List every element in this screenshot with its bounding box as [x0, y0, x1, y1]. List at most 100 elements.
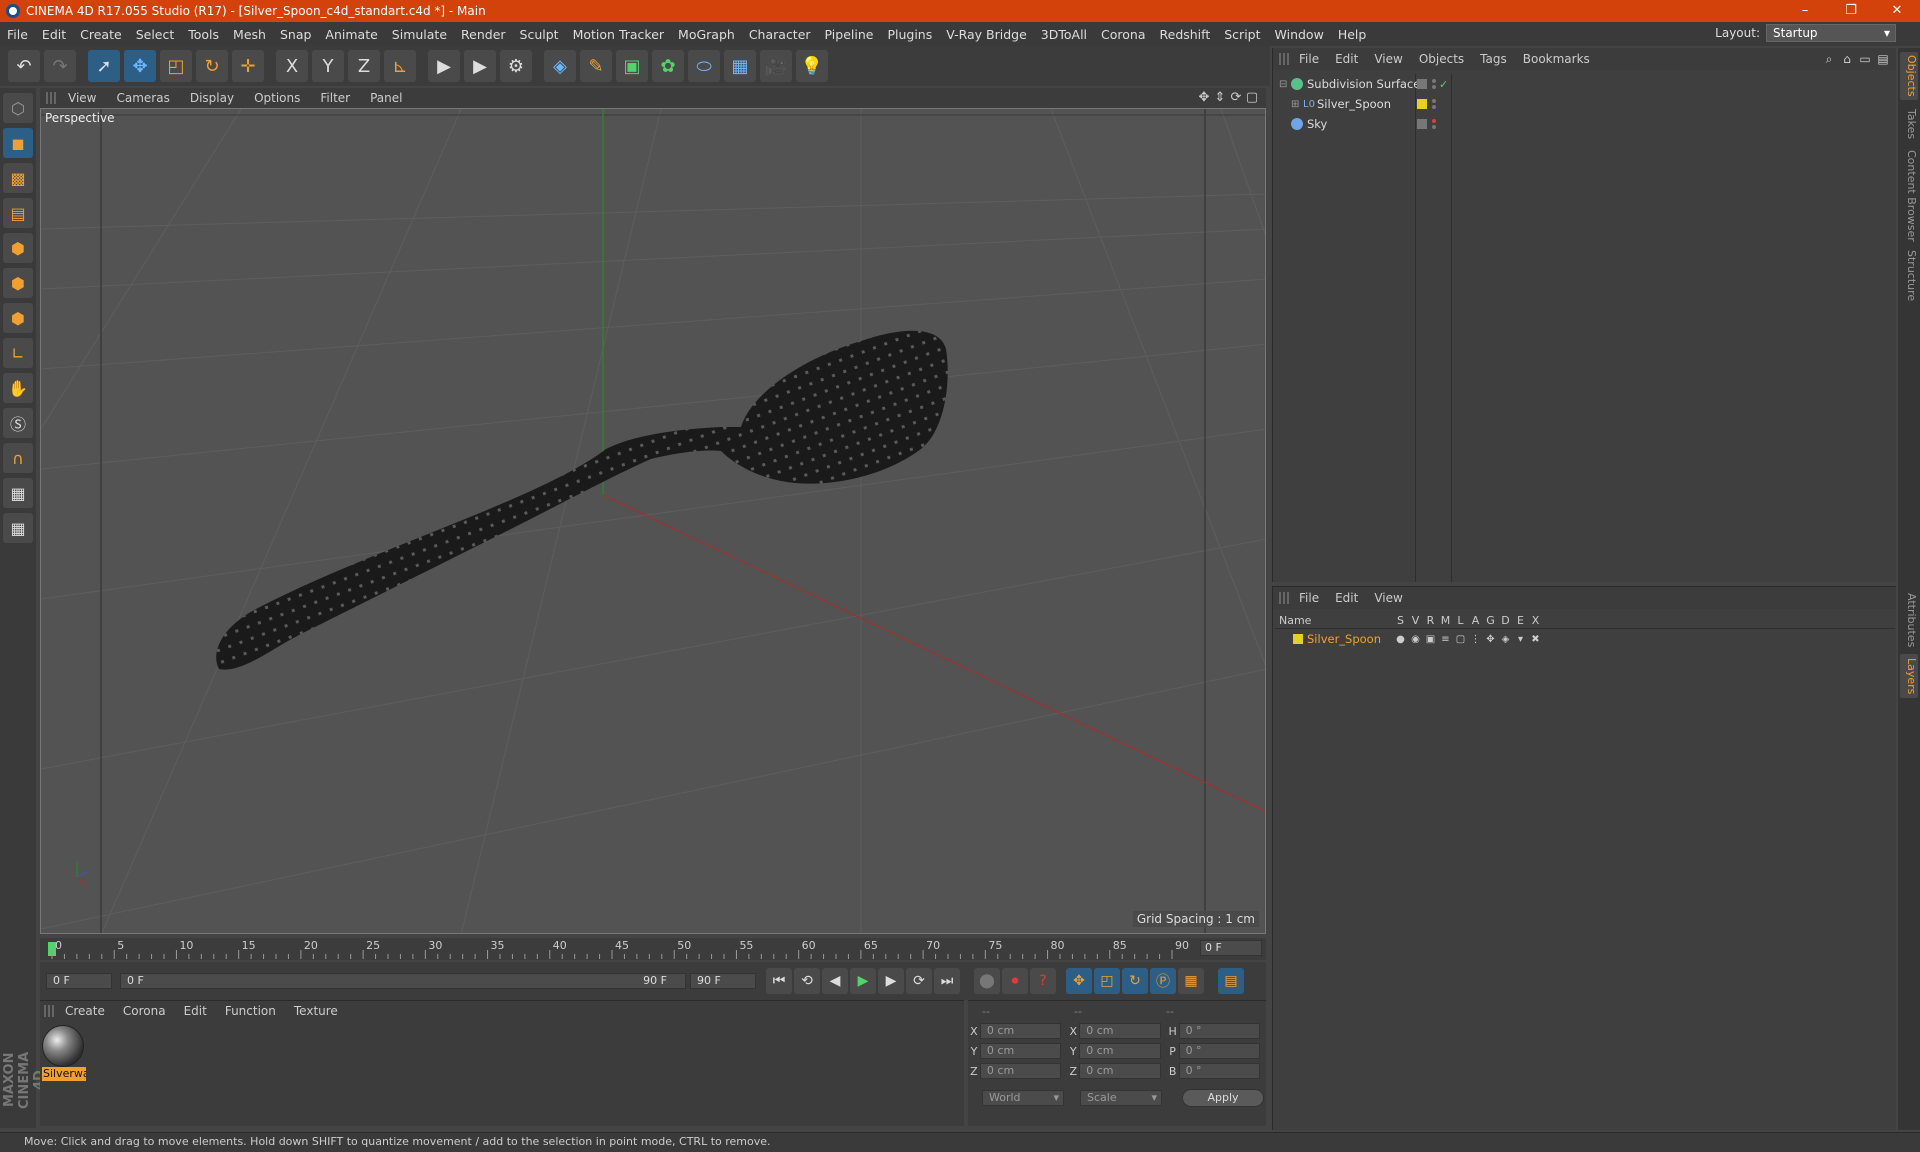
animation-toggle-icon[interactable]: ⋮	[1468, 634, 1483, 645]
objects-menu-edit[interactable]: Edit	[1327, 52, 1366, 66]
zoom-icon[interactable]: ⇕	[1212, 90, 1228, 105]
lock-workplane-icon[interactable]: ▦	[3, 478, 33, 508]
menu-simulate[interactable]: Simulate	[385, 27, 454, 42]
render-picture-viewer-icon[interactable]: ▶	[464, 50, 496, 82]
key-position-icon[interactable]: ✥	[1066, 968, 1092, 994]
rotation-h-field[interactable]: 0 °	[1178, 1023, 1260, 1039]
coordinate-mode-dropdown[interactable]: World	[982, 1090, 1064, 1106]
object-row-silver-spoon[interactable]: ⊞ L0 Silver_Spoon	[1273, 94, 1897, 114]
maximize-view-icon[interactable]: ▢	[1244, 90, 1260, 105]
undo-icon[interactable]: ↶	[8, 50, 40, 82]
polygons-mode-icon[interactable]: ⬢	[3, 303, 33, 333]
menu-motion-tracker[interactable]: Motion Tracker	[566, 27, 671, 42]
enabled-check-icon[interactable]: ✓	[1439, 78, 1448, 91]
texture-mode-icon[interactable]: ▩	[3, 163, 33, 193]
material-menu-texture[interactable]: Texture	[285, 1004, 347, 1018]
redo-icon[interactable]: ↷	[44, 50, 76, 82]
go-to-start-icon[interactable]: ⏮	[766, 968, 792, 994]
menu-select[interactable]: Select	[129, 27, 182, 42]
menu-corona[interactable]: Corona	[1094, 27, 1152, 42]
camera-icon[interactable]: 🎥	[760, 50, 792, 82]
deformers-toggle-icon[interactable]: ◈	[1498, 634, 1513, 645]
rotation-p-field[interactable]: 0 °	[1178, 1043, 1260, 1059]
scale-icon[interactable]: ◰	[160, 50, 192, 82]
panel-grip[interactable]	[1279, 53, 1291, 65]
rotation-b-field[interactable]: 0 °	[1178, 1063, 1260, 1079]
xref-toggle-icon[interactable]: ✖	[1528, 634, 1543, 645]
menu-tools[interactable]: Tools	[181, 27, 226, 42]
objects-menu-view[interactable]: View	[1366, 52, 1410, 66]
size-mode-dropdown[interactable]: Scale	[1080, 1090, 1162, 1106]
layers-menu-view[interactable]: View	[1366, 591, 1410, 605]
go-to-end-icon[interactable]: ⏭	[934, 968, 960, 994]
menu-script[interactable]: Script	[1217, 27, 1267, 42]
timeline[interactable]: 0 5 10 15 20 25 30 35 40 45 50 55 60 65 70 75 80 85 90 0 F	[40, 938, 1266, 960]
model-mode-icon[interactable]: ◼	[3, 128, 33, 158]
home-icon[interactable]: ⌂	[1838, 52, 1856, 67]
axis-mode-icon[interactable]: ∟	[3, 338, 33, 368]
magnet-icon[interactable]: ∩	[3, 443, 33, 473]
close-button[interactable]: ✕	[1874, 0, 1920, 22]
maximize-button[interactable]: ❐	[1828, 0, 1874, 22]
frame-range-slider[interactable]: 0 F 90 F	[120, 973, 686, 989]
solo-toggle-icon[interactable]: ●	[1393, 634, 1408, 645]
current-frame-field[interactable]: 0 F	[1200, 940, 1262, 956]
lock-toggle-icon[interactable]: ▢	[1453, 634, 1468, 645]
new-view-icon[interactable]: ▭	[1856, 52, 1874, 67]
menu-vray-bridge[interactable]: V-Ray Bridge	[939, 27, 1034, 42]
cube-icon[interactable]: ◈	[544, 50, 576, 82]
manager-toggle-icon[interactable]: ≡	[1438, 634, 1453, 645]
objects-menu-file[interactable]: File	[1291, 52, 1327, 66]
make-editable-icon[interactable]: ⬡	[3, 93, 33, 123]
tab-layers[interactable]: Layers	[1900, 654, 1918, 698]
layout-dropdown[interactable]: Startup	[1766, 24, 1896, 42]
next-frame-icon[interactable]: ▶	[878, 968, 904, 994]
move-icon[interactable]: ✥	[124, 50, 156, 82]
pen-icon[interactable]: ✎	[580, 50, 612, 82]
menu-window[interactable]: Window	[1268, 27, 1331, 42]
minimize-button[interactable]: –	[1782, 0, 1828, 22]
menu-sculpt[interactable]: Sculpt	[513, 27, 566, 42]
key-point-level-icon[interactable]: ▦	[1178, 968, 1204, 994]
viewport-menu-filter[interactable]: Filter	[310, 91, 360, 105]
edges-mode-icon[interactable]: ⬢	[3, 268, 33, 298]
position-x-field[interactable]: 0 cm	[979, 1023, 1062, 1039]
subdivision-icon[interactable]: ▣	[616, 50, 648, 82]
viewport-menu-options[interactable]: Options	[244, 91, 310, 105]
autokeying-icon[interactable]: ⏺	[1002, 968, 1028, 994]
generators-toggle-icon[interactable]: ✥	[1483, 634, 1498, 645]
objects-menu-tags[interactable]: Tags	[1472, 52, 1515, 66]
tab-content-browser[interactable]: Content Browser	[1900, 148, 1918, 244]
start-frame-field[interactable]: 0 F	[46, 973, 112, 989]
z-axis-icon[interactable]: Z	[348, 50, 380, 82]
menu-3dtoall[interactable]: 3DToAll	[1034, 27, 1094, 42]
key-rotation-icon[interactable]: ↻	[1122, 968, 1148, 994]
menu-help[interactable]: Help	[1331, 27, 1374, 42]
rotate-icon[interactable]: ↻	[196, 50, 228, 82]
add-tool-icon[interactable]: ✛	[232, 50, 264, 82]
previous-frame-icon[interactable]: ◀	[822, 968, 848, 994]
layer-color-swatch[interactable]	[1293, 634, 1303, 644]
workplane-icon[interactable]: ▤	[3, 198, 33, 228]
objects-menu-bookmarks[interactable]: Bookmarks	[1515, 52, 1598, 66]
viewport-menu-view[interactable]: View	[58, 91, 106, 105]
next-key-icon[interactable]: ⟳	[906, 968, 932, 994]
menu-snap[interactable]: Snap	[273, 27, 318, 42]
tab-takes[interactable]: Takes	[1900, 104, 1918, 144]
size-z-field[interactable]: 0 cm	[1079, 1063, 1161, 1079]
layers-menu-file[interactable]: File	[1291, 591, 1327, 605]
objects-menu-objects[interactable]: Objects	[1411, 52, 1472, 66]
key-scale-icon[interactable]: ◰	[1094, 968, 1120, 994]
end-frame-field[interactable]: 90 F	[690, 973, 756, 989]
menu-pipeline[interactable]: Pipeline	[818, 27, 881, 42]
menu-redshift[interactable]: Redshift	[1153, 27, 1218, 42]
material-menu-corona[interactable]: Corona	[114, 1004, 175, 1018]
menu-animate[interactable]: Animate	[318, 27, 384, 42]
expand-icon[interactable]: ⊞	[1291, 99, 1303, 110]
menu-render[interactable]: Render	[454, 27, 513, 42]
visible-toggle-icon[interactable]: ◉	[1408, 634, 1423, 645]
play-icon[interactable]: ▶	[850, 968, 876, 994]
menu-create[interactable]: Create	[73, 27, 129, 42]
position-y-field[interactable]: 0 cm	[979, 1043, 1062, 1059]
viewport-menu-panel[interactable]: Panel	[360, 91, 412, 105]
